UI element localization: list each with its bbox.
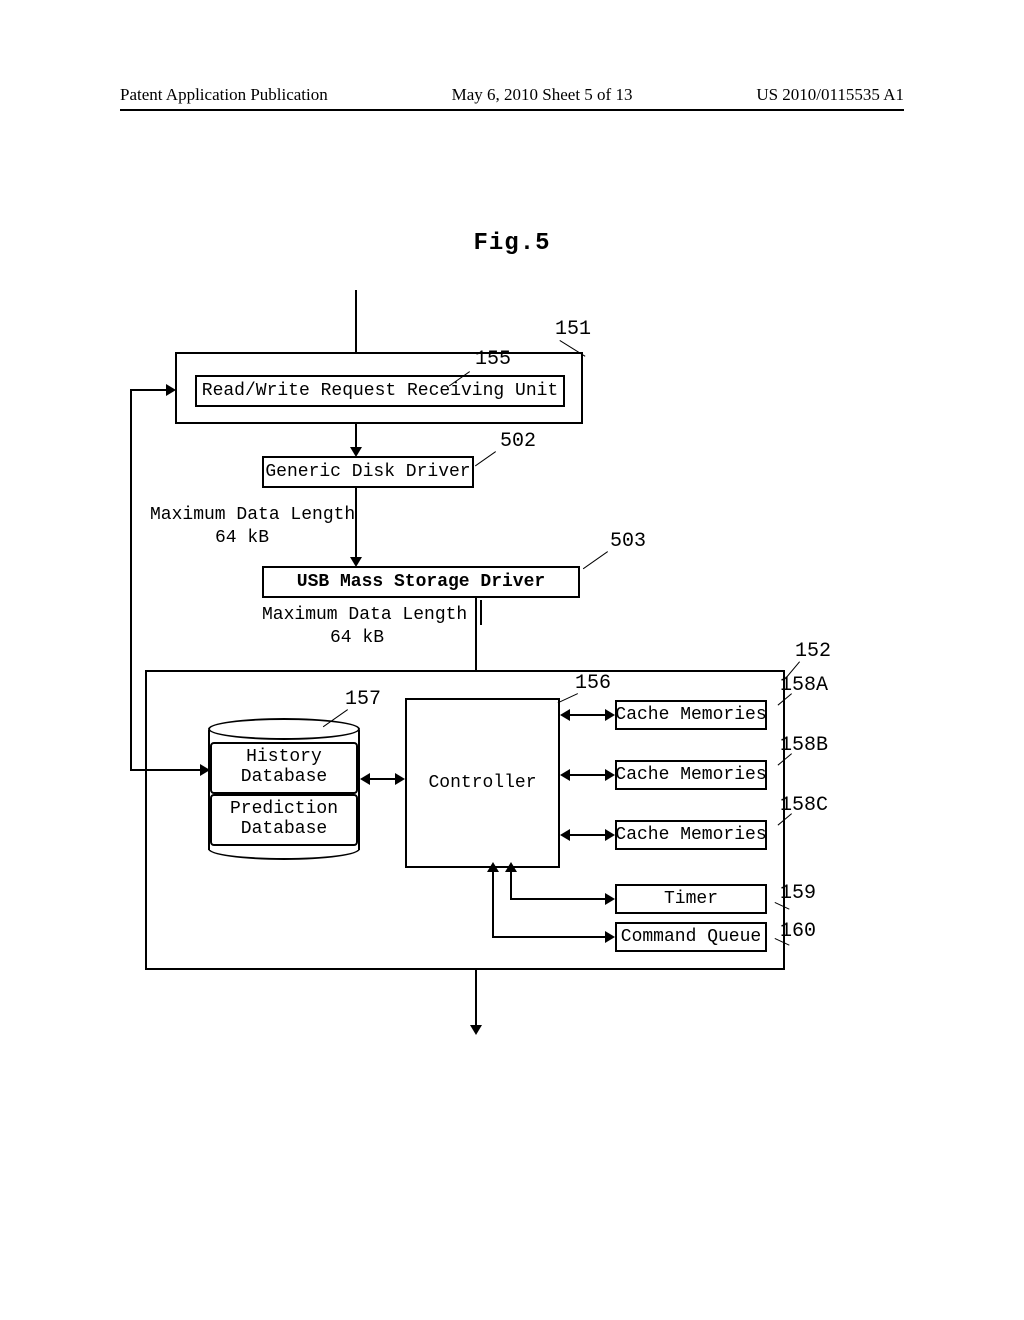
ref-152: 152 xyxy=(795,640,831,663)
arrowhead-down-icon xyxy=(470,1025,482,1035)
block-controller: Controller xyxy=(405,698,560,868)
block-history-db: HistoryDatabase xyxy=(210,742,358,794)
arrowhead-left-icon xyxy=(360,773,370,785)
arrowhead-right-icon xyxy=(166,384,176,396)
ref-158C: 158C xyxy=(780,794,828,817)
block-timer: Timer xyxy=(615,884,767,914)
connector-line xyxy=(492,936,608,938)
header-mid: May 6, 2010 Sheet 5 of 13 xyxy=(452,85,633,105)
block-label: HistoryDatabase xyxy=(241,748,327,788)
ref-503: 503 xyxy=(610,530,646,553)
ref-502: 502 xyxy=(500,430,536,453)
arrowhead-right-icon xyxy=(605,709,615,721)
max-length-value-2: 64 kB xyxy=(330,628,384,648)
max-length-value-1: 64 kB xyxy=(215,528,269,548)
ref-155: 155 xyxy=(475,348,511,371)
connector-line xyxy=(130,389,168,391)
leader-line xyxy=(475,451,496,466)
connector-line xyxy=(568,714,608,716)
arrowhead-up-icon xyxy=(505,862,517,872)
header-right: US 2010/0115535 A1 xyxy=(756,85,904,105)
ref-157: 157 xyxy=(345,688,381,711)
arrowhead-right-icon xyxy=(605,931,615,943)
header-left: Patent Application Publication xyxy=(120,85,328,105)
ref-160: 160 xyxy=(780,920,816,943)
page-header: Patent Application Publication May 6, 20… xyxy=(120,85,904,111)
block-label: Timer xyxy=(664,889,718,909)
leader-line xyxy=(583,551,608,569)
block-rw-unit: Read/Write Request Receiving Unit xyxy=(195,375,565,407)
ref-159: 159 xyxy=(780,882,816,905)
block-cache-b: Cache Memories xyxy=(615,760,767,790)
connector-line xyxy=(475,970,477,1030)
connector-line xyxy=(568,774,608,776)
arrowhead-right-icon xyxy=(605,769,615,781)
arrowhead-left-icon xyxy=(560,769,570,781)
cylinder-top-icon xyxy=(208,718,360,740)
block-label: Cache Memories xyxy=(615,765,766,785)
connector-line xyxy=(130,389,132,771)
connector-line xyxy=(568,834,608,836)
connector-line xyxy=(355,488,357,564)
block-label: Cache Memories xyxy=(615,825,766,845)
arrowhead-right-icon xyxy=(605,829,615,841)
ref-158A: 158A xyxy=(780,674,828,697)
block-generic-driver: Generic Disk Driver xyxy=(262,456,474,488)
block-cache-c: Cache Memories xyxy=(615,820,767,850)
block-label: Cache Memories xyxy=(615,705,766,725)
ref-158B: 158B xyxy=(780,734,828,757)
arrowhead-left-icon xyxy=(560,829,570,841)
ref-156: 156 xyxy=(575,672,611,695)
connector-line xyxy=(480,600,482,625)
block-label: Generic Disk Driver xyxy=(265,462,470,482)
block-usb-driver: USB Mass Storage Driver xyxy=(262,566,580,598)
max-length-label-2: Maximum Data Length xyxy=(262,605,467,625)
figure-label: Fig.5 xyxy=(0,230,1024,257)
block-label: USB Mass Storage Driver xyxy=(297,572,545,592)
arrowhead-left-icon xyxy=(560,709,570,721)
block-label: Read/Write Request Receiving Unit xyxy=(202,381,558,401)
block-prediction-db: PredictionDatabase xyxy=(210,794,358,846)
connector-line xyxy=(492,868,494,937)
max-length-label-1: Maximum Data Length xyxy=(150,505,355,525)
arrowhead-right-icon xyxy=(200,764,210,776)
connector-line xyxy=(510,868,512,899)
arrowhead-right-icon xyxy=(605,893,615,905)
block-cache-a: Cache Memories xyxy=(615,700,767,730)
block-command-queue: Command Queue xyxy=(615,922,767,952)
arrowhead-right-icon xyxy=(395,773,405,785)
block-label: Command Queue xyxy=(621,927,761,947)
arrowhead-up-icon xyxy=(487,862,499,872)
block-label: Controller xyxy=(428,773,536,793)
connector-line xyxy=(510,898,608,900)
connector-line xyxy=(130,769,210,771)
block-label: PredictionDatabase xyxy=(230,800,338,840)
connector-line xyxy=(368,778,398,780)
ref-151: 151 xyxy=(555,318,591,341)
